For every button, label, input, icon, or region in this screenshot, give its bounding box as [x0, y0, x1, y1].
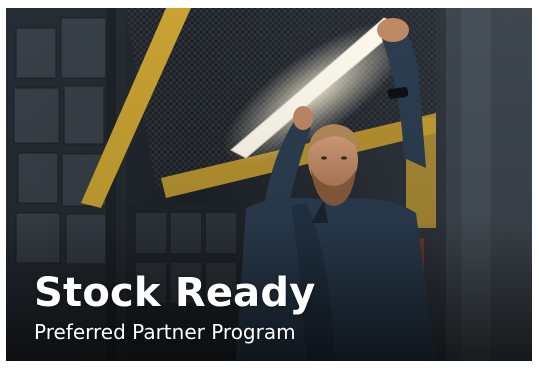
banner-subtitle: Preferred Partner Program [34, 320, 296, 344]
banner-title: Stock Ready [34, 270, 316, 316]
promo-banner[interactable]: Stock Ready Preferred Partner Program [6, 8, 532, 361]
banner-caption: Stock Ready Preferred Partner Program [34, 270, 315, 344]
